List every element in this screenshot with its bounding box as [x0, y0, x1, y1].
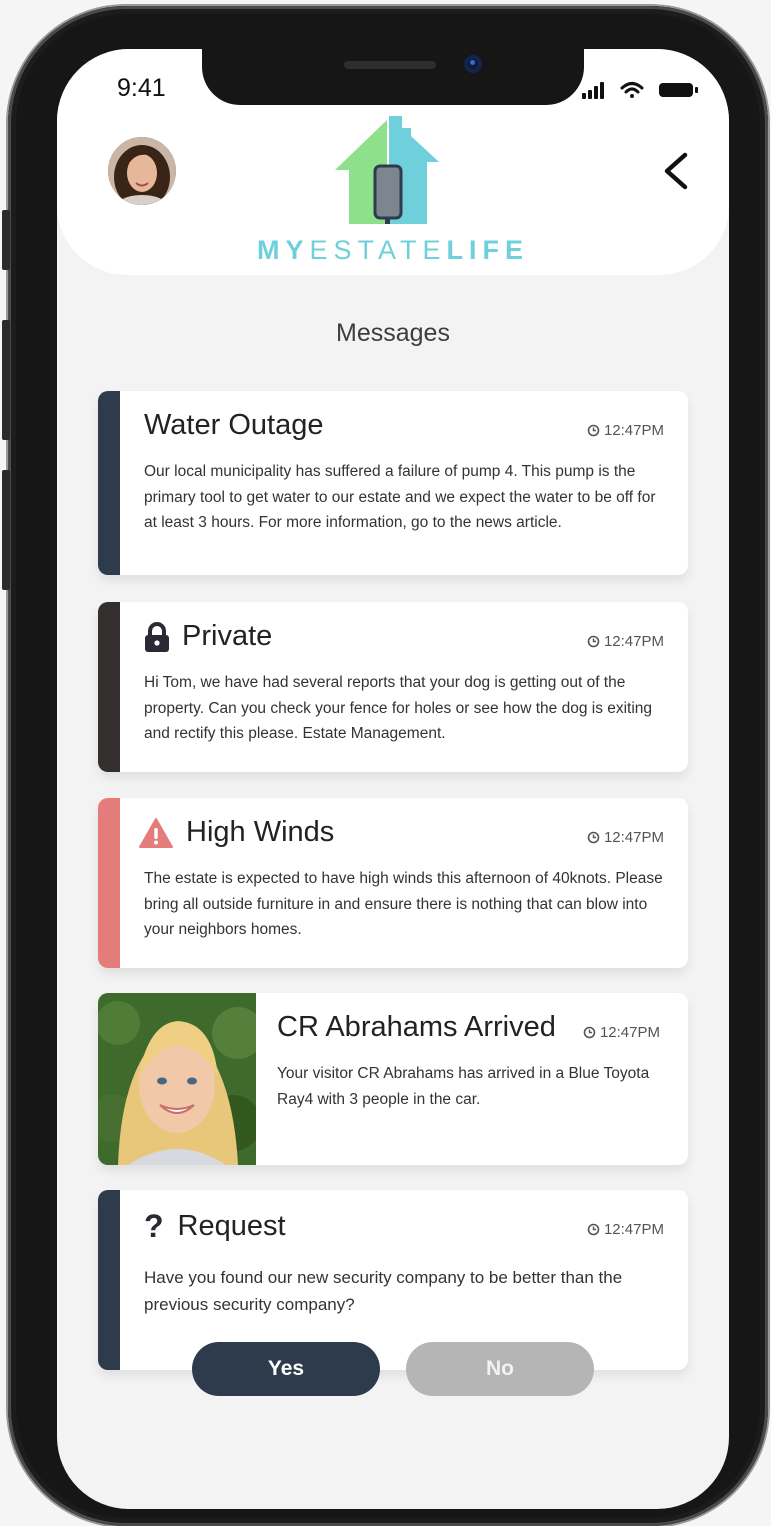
clock-icon	[583, 1026, 596, 1039]
message-title: Request	[177, 1210, 286, 1242]
speaker-grille	[344, 61, 436, 69]
brand-estate: ESTATE	[309, 235, 447, 265]
message-body: Your visitor CR Abrahams has arrived in …	[277, 1065, 650, 1108]
message-title: Water Outage	[144, 409, 324, 441]
brand-my: MY	[256, 235, 310, 265]
message-card-visitor-arrived[interactable]: CR Abrahams Arrived 12:47PM Your visitor…	[98, 993, 688, 1165]
wifi-icon	[620, 82, 644, 98]
app-screen: 9:41 MYESTATELIFE Messages Water Outage …	[57, 49, 729, 1509]
message-body: Our local municipality has suffered a fa…	[144, 463, 656, 531]
user-avatar[interactable]	[108, 137, 176, 205]
visitor-photo	[98, 993, 256, 1165]
timestamp-text: 12:47PM	[603, 422, 664, 439]
front-camera	[464, 55, 482, 73]
timestamp-text: 12:47PM	[603, 1221, 664, 1238]
timestamp-text: 12:47PM	[599, 1024, 660, 1041]
brand-life: LIFE	[446, 235, 529, 265]
timestamp-text: 12:47PM	[603, 633, 664, 650]
volume-down-button	[2, 470, 10, 590]
warning-icon	[138, 817, 174, 849]
volume-up-button	[2, 320, 10, 440]
status-icons	[582, 79, 702, 101]
yes-button[interactable]: Yes	[192, 1342, 380, 1396]
device-notch	[202, 49, 584, 105]
message-timestamp: 12:47PM	[587, 829, 664, 846]
brand-wordmark: MYESTATELIFE	[57, 235, 729, 266]
message-title: CR Abrahams Arrived	[277, 1011, 556, 1043]
card-accent-bar	[98, 602, 120, 772]
brand-logo	[327, 116, 457, 228]
app-header: 9:41 MYESTATELIFE	[57, 49, 729, 275]
message-timestamp: 12:47PM	[583, 1024, 660, 1041]
message-timestamp: 12:47PM	[587, 633, 664, 650]
status-time: 9:41	[117, 74, 166, 102]
chevron-left-icon	[664, 152, 688, 190]
signal-icon	[582, 82, 604, 99]
message-body: The estate is expected to have high wind…	[144, 870, 663, 938]
clock-icon	[587, 831, 600, 844]
message-card-water-outage[interactable]: Water Outage 12:47PM Our local municipal…	[98, 391, 688, 575]
message-card-private[interactable]: Private 12:47PM Hi Tom, we have had seve…	[98, 602, 688, 772]
message-timestamp: 12:47PM	[587, 1221, 664, 1238]
message-title: Private	[182, 620, 273, 652]
lock-icon	[144, 621, 170, 652]
message-title-row: High Winds	[138, 816, 334, 849]
message-title: High Winds	[186, 816, 335, 848]
message-body: Have you found our new security company …	[144, 1268, 623, 1314]
message-title-row: Private	[144, 620, 272, 653]
card-accent-bar	[98, 1190, 120, 1370]
question-icon: ?	[144, 1208, 164, 1244]
message-card-high-winds[interactable]: High Winds 12:47PM The estate is expecte…	[98, 798, 688, 968]
battery-icon	[659, 83, 698, 97]
no-button[interactable]: No	[406, 1342, 594, 1396]
mute-switch	[2, 210, 10, 270]
card-accent-bar	[98, 798, 120, 968]
back-button[interactable]	[655, 149, 695, 194]
message-card-request[interactable]: ? Request 12:47PM Have you found our new…	[98, 1190, 688, 1370]
page-title: Messages	[336, 319, 450, 347]
message-title-row: ? Request	[144, 1208, 286, 1245]
clock-icon	[587, 635, 600, 648]
timestamp-text: 12:47PM	[603, 829, 664, 846]
clock-icon	[587, 1223, 600, 1236]
message-body: Hi Tom, we have had several reports that…	[144, 674, 653, 742]
card-accent-bar	[98, 391, 120, 575]
clock-icon	[587, 424, 600, 437]
message-timestamp: 12:47PM	[587, 422, 664, 439]
